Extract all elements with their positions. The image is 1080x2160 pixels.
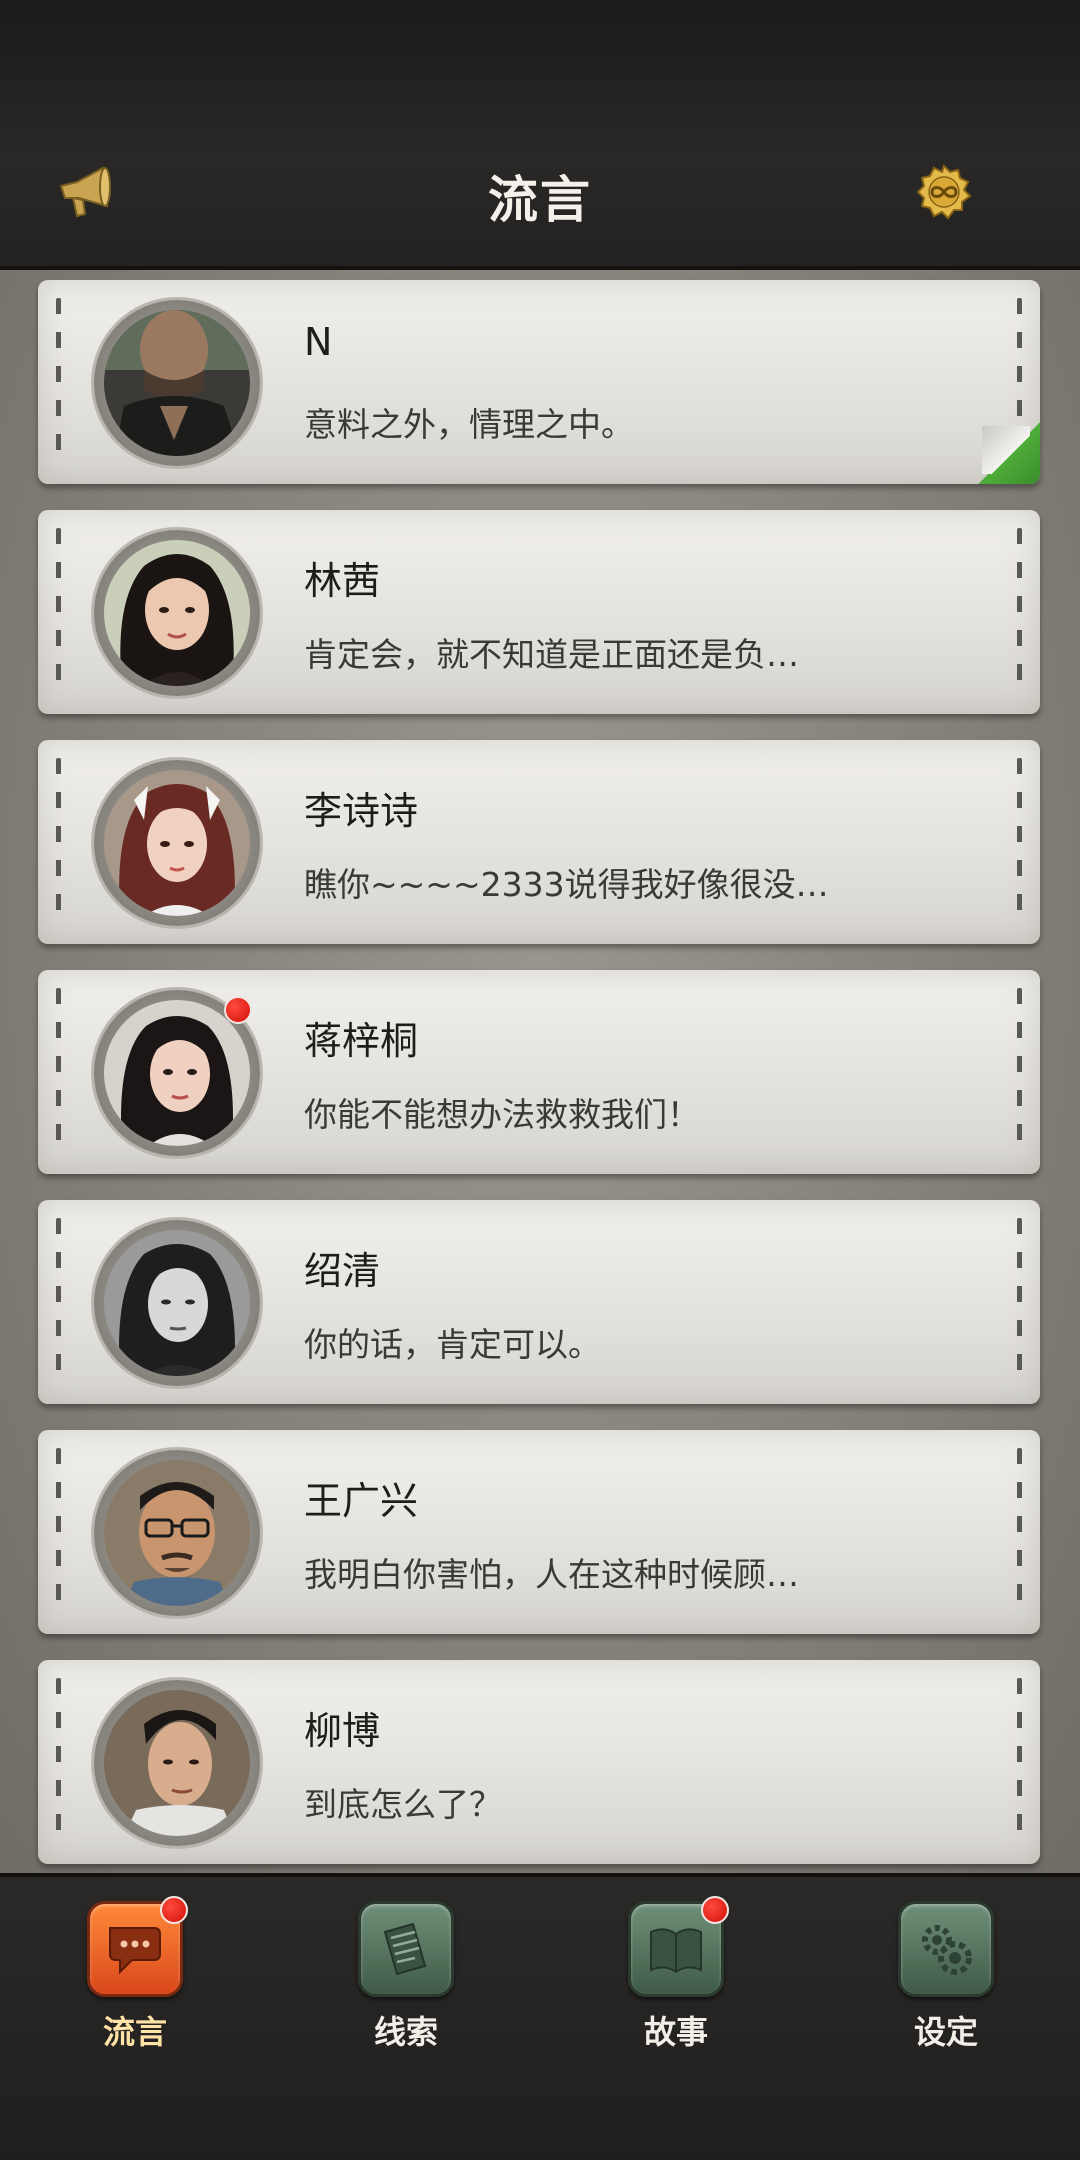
unread-badge (224, 996, 252, 1024)
avatar (104, 540, 250, 686)
stitch-decoration (1017, 758, 1022, 926)
tab-settings[interactable]: 设定 (876, 1901, 1016, 2053)
last-message: 你的话，肯定可以。 (304, 1325, 601, 1364)
avatar-frame (94, 1680, 260, 1846)
page-curl-corner (978, 422, 1040, 484)
avatar-frame (94, 1220, 260, 1386)
contact-name: N (304, 320, 333, 364)
tab-badge (701, 1896, 729, 1924)
chat-bubbles-icon (87, 1896, 188, 1997)
avatar (104, 1000, 250, 1146)
last-message: 瞧你~~~~2333说得我好像很没… (304, 865, 829, 904)
contact-name: 王广兴 (304, 1479, 419, 1523)
tab-rumors[interactable]: 流言 (65, 1896, 205, 2053)
tab-story[interactable]: 故事 (606, 1896, 746, 2053)
contact-name: 李诗诗 (304, 789, 419, 833)
gears-icon (898, 1901, 994, 1997)
tab-clues[interactable]: 线索 (336, 1901, 476, 2053)
avatar-frame (94, 1450, 260, 1616)
bottom-tab-bar: 流言 线索 故事 设定 (0, 1873, 1080, 2160)
last-message: 你能不能想办法救救我们！ (304, 1095, 700, 1134)
avatar-frame (94, 760, 260, 926)
stitch-decoration (56, 1448, 61, 1616)
stitch-decoration (56, 1678, 61, 1846)
contact-card-jiangzitong[interactable]: 蒋梓桐 你能不能想办法救救我们！ (38, 970, 1040, 1174)
infinity-badge-icon[interactable] (916, 164, 972, 220)
contact-card-wangguangxing[interactable]: 王广兴 我明白你害怕，人在这种时候顾… (38, 1430, 1040, 1634)
stitch-decoration (1017, 528, 1022, 696)
tab-badge (160, 1896, 188, 1924)
last-message: 我明白你害怕，人在这种时候顾… (304, 1555, 799, 1594)
avatar-frame (94, 300, 260, 466)
stitch-decoration (1017, 988, 1022, 1156)
contact-name: 蒋梓桐 (304, 1019, 419, 1063)
contact-card-shaoqing[interactable]: 绍清 你的话，肯定可以。 (38, 1200, 1040, 1404)
tab-label: 设定 (913, 2013, 978, 2051)
tab-label: 线索 (373, 2013, 438, 2051)
last-message: 到底怎么了？ (304, 1785, 502, 1824)
stitch-decoration (56, 528, 61, 696)
last-message: 意料之外，情理之中。 (304, 405, 634, 444)
avatar-frame (94, 530, 260, 696)
stitch-decoration (1017, 1448, 1022, 1616)
contact-card-liubo[interactable]: 柳博 到底怎么了？ (38, 1660, 1040, 1864)
contact-list: N 意料之外，情理之中。 林茜 肯定会，就不知道是正面还是负… 李诗诗 瞧你~~… (0, 270, 1080, 1873)
contact-card-n[interactable]: N 意料之外，情理之中。 (38, 280, 1040, 484)
stitch-decoration (1017, 1678, 1022, 1846)
avatar-frame (94, 990, 260, 1156)
avatar (104, 310, 250, 456)
avatar (104, 1690, 250, 1836)
contact-card-linqian[interactable]: 林茜 肯定会，就不知道是正面还是负… (38, 510, 1040, 714)
stitch-decoration (56, 758, 61, 926)
contact-name: 绍清 (304, 1249, 381, 1293)
stitch-decoration (56, 298, 61, 466)
contact-card-lishishi[interactable]: 李诗诗 瞧你~~~~2333说得我好像很没… (38, 740, 1040, 944)
contact-name: 柳博 (304, 1709, 381, 1753)
top-bar: 流言 (0, 0, 1080, 270)
contact-name: 林茜 (304, 559, 381, 603)
stitch-decoration (56, 988, 61, 1156)
documents-icon (358, 1901, 454, 1997)
stitch-decoration (1017, 1218, 1022, 1386)
avatar (104, 1230, 250, 1376)
tab-label: 流言 (102, 2013, 167, 2051)
avatar (104, 1460, 250, 1606)
tab-label: 故事 (643, 2013, 708, 2051)
avatar (104, 770, 250, 916)
stitch-decoration (56, 1218, 61, 1386)
last-message: 肯定会，就不知道是正面还是负… (304, 635, 799, 674)
book-icon (628, 1896, 729, 1997)
